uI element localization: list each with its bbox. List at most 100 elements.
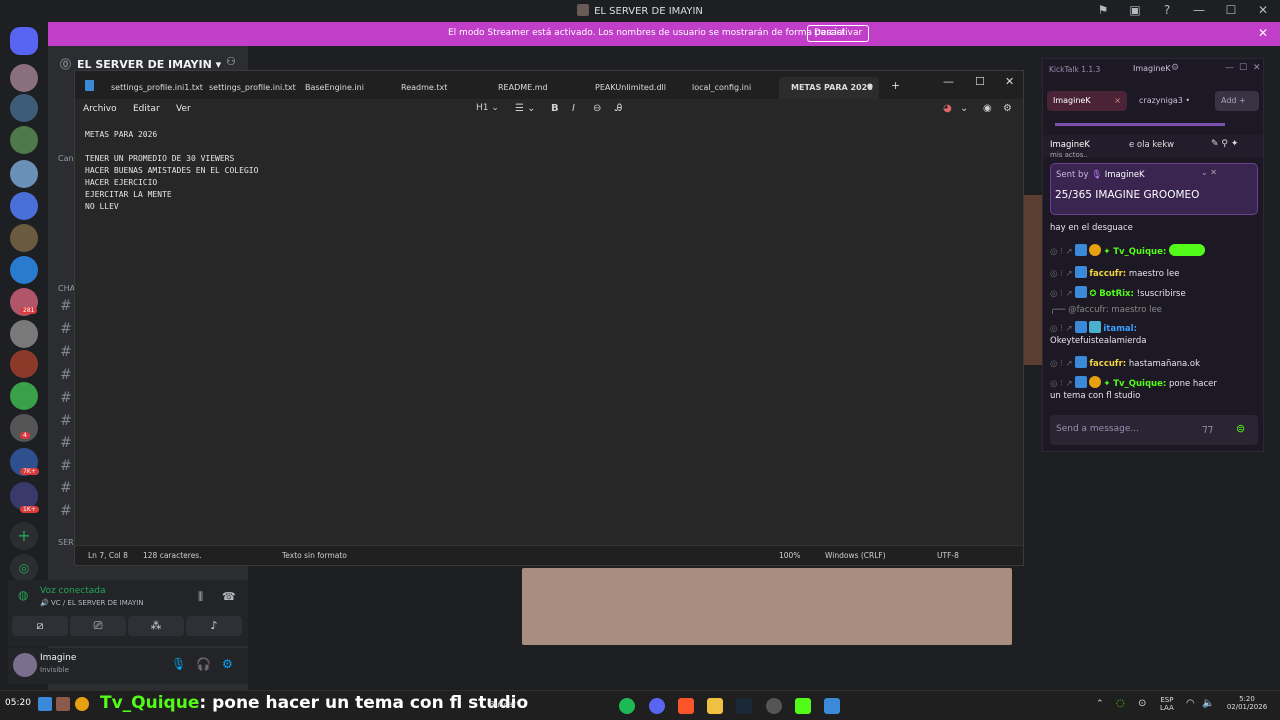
line-endings[interactable]: Windows (CRLF) — [825, 551, 886, 560]
spotify-icon[interactable] — [619, 698, 635, 714]
tab-metas[interactable]: METAS PARA 2026 ● — [779, 77, 879, 99]
volume-icon[interactable]: 🔈 — [1202, 698, 1214, 709]
screen-share-button[interactable]: ⎚ — [70, 616, 126, 636]
activities-button[interactable]: ⁂ — [128, 616, 184, 636]
channel-hash-icon[interactable]: # — [60, 344, 72, 360]
menu-ver[interactable]: Ver — [176, 104, 191, 114]
maximize-icon[interactable]: ☐ — [1222, 3, 1240, 17]
kicktalk-user[interactable]: ImagineK — [1133, 64, 1171, 73]
minimize-icon[interactable]: — — [943, 75, 954, 88]
invite-icon[interactable]: ⚇ — [226, 55, 236, 68]
username[interactable]: Imagine — [40, 653, 76, 663]
avatar[interactable] — [13, 653, 37, 677]
voice-status[interactable]: Voz conectada — [40, 586, 105, 596]
server-icon-6[interactable] — [10, 224, 38, 252]
server-icon-2[interactable] — [10, 94, 38, 122]
new-tab-icon[interactable]: + — [891, 79, 900, 92]
bold-icon[interactable]: B — [551, 103, 559, 114]
send-message-box[interactable]: Send a message... ⁊⁊ ⊜ — [1050, 415, 1258, 445]
maximize-icon[interactable]: ☐ — [1239, 63, 1247, 73]
close-icon[interactable]: ✕ — [1254, 3, 1272, 17]
signal-icon[interactable]: ◍ — [18, 588, 28, 602]
noise-icon[interactable]: ⫼ — [198, 590, 203, 604]
account-icon[interactable]: ◉ — [983, 103, 992, 114]
close-icon[interactable]: ✕ — [1253, 63, 1261, 73]
tab-peakunlimited[interactable]: PEAKUnlimited.dll — [595, 77, 666, 99]
discord-home-icon[interactable] — [10, 27, 38, 55]
menu-editar[interactable]: Editar — [133, 104, 160, 114]
server-icon-7[interactable] — [10, 256, 38, 284]
server-icon-4[interactable] — [10, 160, 38, 188]
copilot-icon[interactable]: ◕ — [943, 103, 952, 114]
channel-hash-icon[interactable]: # — [60, 390, 72, 406]
server-icon-1[interactable] — [10, 64, 38, 92]
tab-readme-md[interactable]: README.md — [498, 77, 548, 99]
category-chat[interactable]: CHA — [58, 284, 75, 293]
settings-gear-icon[interactable]: ⚙ — [222, 657, 233, 671]
tray-app-icon[interactable]: ◌ — [1116, 698, 1125, 709]
channel-hash-icon[interactable]: # — [60, 413, 72, 429]
tray-app2-icon[interactable]: ⊙ — [1138, 698, 1146, 709]
expand-icon[interactable]: ⌄ ✕ — [1201, 168, 1217, 177]
flag-icon[interactable]: ⚑ — [1094, 3, 1112, 17]
minimize-icon[interactable]: — — [1225, 63, 1234, 73]
menu-archivo[interactable]: Archivo — [83, 104, 117, 114]
settings-gear-icon[interactable]: ⚙ — [1003, 103, 1012, 114]
chat-user[interactable]: ImagineK — [1050, 140, 1090, 150]
chat-send-icon[interactable]: ⊜ — [1236, 422, 1245, 435]
channel-hash-icon[interactable]: # — [60, 321, 72, 337]
clear-format-icon[interactable]: Ꭿ — [615, 103, 622, 114]
steam-icon[interactable] — [736, 698, 752, 714]
disable-streamer-button[interactable]: Desactivar — [807, 25, 870, 42]
list-icon[interactable]: ☰ ⌄ — [515, 103, 536, 114]
language-indicator[interactable]: ESP LAA — [1160, 696, 1174, 712]
encoding[interactable]: UTF-8 — [937, 551, 959, 560]
add-server-icon[interactable]: + — [10, 522, 38, 550]
server-icon-3[interactable] — [10, 126, 38, 154]
camera-off-button[interactable]: ⧄ — [12, 616, 68, 636]
minimize-icon[interactable]: — — [1190, 3, 1208, 17]
add-channel-button[interactable]: Add + — [1215, 91, 1259, 111]
notepad-taskbar-icon[interactable] — [824, 698, 840, 714]
help-icon[interactable]: ? — [1158, 3, 1176, 17]
message-input[interactable]: Send a message... — [1056, 424, 1139, 434]
zoom-level[interactable]: 100% — [779, 551, 800, 560]
emote-icon[interactable]: ⁊⁊ — [1202, 422, 1213, 435]
channel-hash-icon[interactable]: # — [60, 458, 72, 474]
maximize-icon[interactable]: ☐ — [975, 75, 985, 88]
voice-channel[interactable]: 🔊 VC / EL SERVER DE IMAYIN — [40, 599, 144, 607]
category-can[interactable]: Can — [58, 154, 74, 163]
server-icon-10[interactable] — [10, 350, 38, 378]
notepad-editor[interactable]: METAS PARA 2026 TENER UN PROMEDIO DE 30 … — [85, 129, 258, 213]
wifi-icon[interactable]: ◠ — [1186, 698, 1195, 709]
pin-icon[interactable]: ✎ ⚲ ✦ — [1211, 139, 1238, 149]
channel-hash-icon[interactable]: # — [60, 367, 72, 383]
obs-icon[interactable] — [766, 698, 782, 714]
tab-settings-profile[interactable]: settings_profile.ini.txt — [209, 77, 296, 99]
discover-icon[interactable]: ◎ — [10, 554, 38, 582]
settings-gear-icon[interactable]: ⚙ — [1171, 63, 1179, 73]
link-icon[interactable]: ⊖ — [593, 103, 601, 114]
kick-icon[interactable] — [795, 698, 811, 714]
channel-hash-icon[interactable]: # — [60, 503, 72, 519]
channel-hash-icon[interactable]: # — [60, 480, 72, 496]
channel-hash-icon[interactable]: # — [60, 435, 72, 451]
taskbar-search[interactable]: Buscar — [489, 700, 516, 709]
channel-chip-imaginek[interactable]: ImagineK × — [1047, 91, 1127, 111]
close-icon[interactable]: ✕ — [1005, 75, 1014, 88]
tab-settings-profile-1[interactable]: settings_profile.ini1.txt — [111, 77, 203, 99]
format-mode[interactable]: Texto sin formato — [282, 551, 347, 560]
tray-chevron-icon[interactable]: ⌃ — [1096, 699, 1104, 709]
inbox-icon[interactable]: ▣ — [1126, 3, 1144, 17]
server-icon-5[interactable] — [10, 192, 38, 220]
server-icon-9[interactable] — [10, 320, 38, 348]
channel-chip-crazyniga3[interactable]: crazyniga3 • — [1133, 91, 1209, 111]
clock[interactable]: 5:20 02/01/2026 — [1222, 695, 1272, 711]
close-banner-icon[interactable]: ✕ — [1258, 26, 1268, 40]
file-explorer-icon[interactable] — [707, 698, 723, 714]
disconnect-icon[interactable]: ☎ — [222, 590, 236, 603]
italic-icon[interactable]: I — [572, 103, 575, 114]
microphone-icon[interactable]: 🎙 — [171, 657, 186, 671]
heading-dropdown[interactable]: H1 ⌄ — [476, 103, 499, 113]
tab-baseengine[interactable]: BaseEngine.ini — [305, 77, 364, 99]
